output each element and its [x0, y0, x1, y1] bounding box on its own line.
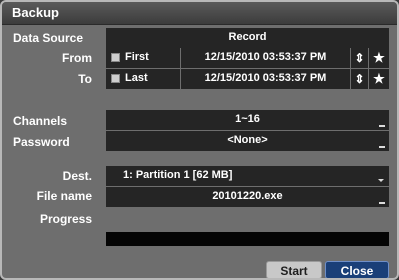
from-first-label: First [125, 51, 149, 63]
star-icon: ★ [373, 71, 385, 86]
from-spin-button[interactable]: ⇕ [351, 48, 368, 68]
start-button[interactable]: Start [266, 261, 322, 278]
checkbox-icon [111, 53, 120, 62]
keyboard-icon [379, 146, 385, 148]
keyboard-icon [379, 202, 385, 204]
to-last-label: Last [125, 72, 148, 84]
dest-value: 1: Partition 1 [62 MB] [123, 169, 233, 181]
to-spin-button[interactable]: ⇕ [351, 69, 368, 89]
from-datetime-field[interactable]: 12/15/2010 03:53:37 PM [181, 48, 350, 68]
progress-label: Progress [39, 212, 92, 226]
dialog-title: Backup [12, 5, 59, 20]
file-name-field[interactable]: 20101220.exe [106, 187, 389, 207]
password-field[interactable]: <None> [106, 131, 389, 151]
file-name-value: 20101220.exe [212, 190, 283, 202]
to-datetime-field[interactable]: 12/15/2010 03:53:37 PM [181, 69, 350, 89]
channels-label: Channels [13, 114, 68, 128]
password-label: Password [13, 135, 70, 149]
from-first-checkbox[interactable]: First [106, 48, 180, 68]
checkbox-icon [111, 74, 120, 83]
dropdown-arrow-icon [378, 179, 384, 182]
data-source-value: Record [228, 31, 267, 43]
to-label: To [78, 72, 92, 86]
up-down-arrows-icon: ⇕ [354, 51, 365, 65]
to-datetime-value: 12/15/2010 03:53:37 PM [204, 72, 327, 84]
to-calendar-button[interactable]: ★ [369, 69, 389, 89]
keyboard-icon [379, 125, 385, 127]
title-bar: Backup [2, 2, 397, 25]
data-source-field[interactable]: Record [106, 28, 389, 48]
dest-label: Dest. [62, 169, 92, 183]
channels-field[interactable]: 1~16 [106, 110, 389, 130]
from-calendar-button[interactable]: ★ [369, 48, 389, 68]
to-last-checkbox[interactable]: Last [106, 69, 180, 89]
file-name-label: File name [36, 189, 92, 203]
star-icon: ★ [373, 50, 385, 65]
dest-dropdown[interactable]: 1: Partition 1 [62 MB] [106, 166, 389, 186]
from-datetime-value: 12/15/2010 03:53:37 PM [204, 51, 327, 63]
up-down-arrows-icon: ⇕ [354, 72, 365, 86]
progress-bar [106, 232, 389, 246]
close-button[interactable]: Close [325, 261, 389, 278]
data-source-label: Data Source [13, 31, 84, 45]
channels-value: 1~16 [235, 113, 260, 125]
password-value: <None> [227, 134, 268, 146]
backup-dialog: Backup Data Source Record From First 12/… [0, 0, 399, 280]
from-label: From [62, 51, 92, 65]
